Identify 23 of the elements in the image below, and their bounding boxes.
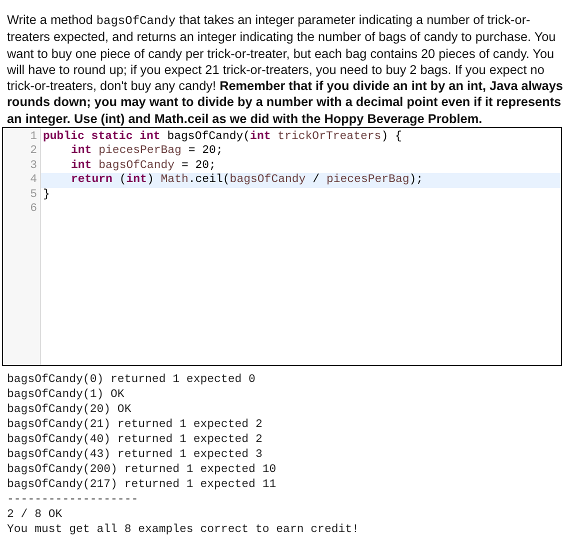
output-line: ------------------- xyxy=(7,492,140,508)
output-line: bagsOfCandy(20) OK xyxy=(7,402,132,418)
output-line: You must get all 8 examples correct to earn credit! xyxy=(7,522,360,538)
code-editor[interactable]: 1 2 3 4 5 6 public static int bagsOfCandy(int trickOrTreaters) { int piecesPerBag = 20; int bagsOfCandy = 20; return (int) Math.ceil(bagsOfCandy / piecesPerBag); } xyxy=(2,127,562,366)
code-line: public static int bagsOfCandy(int trickOrTreaters) { xyxy=(42,130,403,144)
code-line: int bagsOfCandy = 20; xyxy=(70,158,217,174)
output-line: bagsOfCandy(21) returned 1 expected 2 xyxy=(7,417,264,432)
line-number: 5 xyxy=(29,188,38,202)
output-line: bagsOfCandy(40) returned 1 expected 2 xyxy=(7,432,264,448)
code-line: } xyxy=(42,188,51,202)
output-line: 2 / 8 OK xyxy=(7,507,64,522)
output-line: bagsOfCandy(43) returned 1 expected 3 xyxy=(7,447,264,462)
output-line: bagsOfCandy(217) returned 1 expected 11 xyxy=(7,477,278,492)
code-line: int piecesPerBag = 20; xyxy=(70,144,224,159)
output-line: bagsOfCandy(1) OK xyxy=(7,387,126,402)
line-number: 3 xyxy=(29,158,38,174)
output-line: bagsOfCandy(200) returned 1 expected 10 xyxy=(7,462,278,478)
line-number: 6 xyxy=(29,202,38,217)
line-number: 1 xyxy=(29,130,38,144)
line-number: 2 xyxy=(29,144,38,159)
line-number: 4 xyxy=(29,173,38,188)
instructions-paragraph: Write a method bagsOfCandy that takes an integer parameter indicating a number of trick-or-treaters expected, and returns an integer indicating the number of bags of candy to purchase. You want to buy one piece of candy per trick-or-treater, but each bag contains 20 pieces of candy. You will have to round up; if you expect 21 trick-or-treaters, you need to buy 2 bags. If you expect no trick-or-treaters, don't buy any candy! Remember that if you divide an int by an int, Java always rounds down; you may want to divide by a number with a decimal point even if it represents an integer. Use (int) and Math.ceil as we did with the Hoppy Beverage Problem. xyxy=(6,12,564,128)
output-line: bagsOfCandy(0) returned 1 expected 0 xyxy=(7,372,256,388)
